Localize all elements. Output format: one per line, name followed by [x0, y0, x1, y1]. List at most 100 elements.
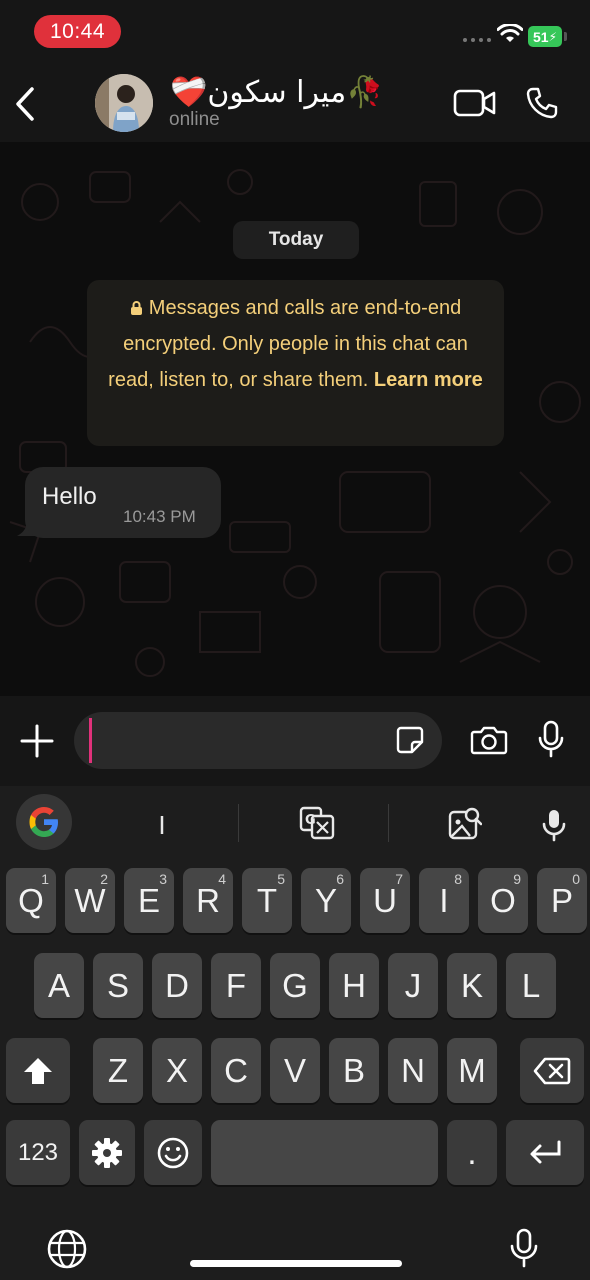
key-x[interactable]: X: [152, 1038, 202, 1103]
contact-name[interactable]: ❤️‍🩹میرا سکون🥀: [170, 76, 384, 110]
backspace-icon: [533, 1057, 571, 1084]
key-k[interactable]: K: [447, 953, 497, 1018]
video-call-icon[interactable]: [453, 88, 497, 118]
key-label: U: [373, 881, 397, 919]
key-s[interactable]: S: [93, 953, 143, 1018]
backspace-key[interactable]: [520, 1038, 584, 1103]
dictation-mic-icon[interactable]: [509, 1228, 539, 1268]
key-hint: 1: [41, 871, 49, 887]
shift-key[interactable]: [6, 1038, 70, 1103]
key-label: B: [342, 1051, 365, 1089]
key-u[interactable]: 7U: [360, 868, 410, 933]
key-c[interactable]: C: [211, 1038, 261, 1103]
key-label: T: [256, 881, 278, 919]
key-w[interactable]: 2W: [65, 868, 115, 933]
key-label: X: [165, 1051, 188, 1089]
key-d[interactable]: D: [152, 953, 202, 1018]
numbers-key[interactable]: 123: [6, 1120, 70, 1185]
return-icon: [530, 1140, 561, 1163]
key-label: V: [283, 1051, 306, 1089]
key-l[interactable]: L: [506, 953, 556, 1018]
key-i[interactable]: 8I: [419, 868, 469, 933]
emoji-icon: [157, 1137, 189, 1168]
key-hint: 6: [336, 871, 344, 887]
key-y[interactable]: 6Y: [301, 868, 351, 933]
key-label: A: [47, 966, 70, 1004]
key-f[interactable]: F: [211, 953, 261, 1018]
lock-icon: [130, 301, 142, 315]
key-hint: 5: [277, 871, 285, 887]
space-key[interactable]: [211, 1120, 438, 1185]
return-key[interactable]: [506, 1120, 584, 1185]
key-label: F: [225, 966, 247, 1004]
key-label: Z: [107, 1051, 129, 1089]
contact-status: online: [169, 109, 220, 130]
key-z[interactable]: Z: [93, 1038, 143, 1103]
text-caret: [89, 718, 92, 763]
suggestion-divider: [388, 804, 389, 842]
keyboard-mic-icon[interactable]: [541, 808, 567, 842]
key-p[interactable]: 0P: [537, 868, 587, 933]
message-bubble[interactable]: Hello 10:43 PM: [25, 467, 221, 538]
key-label: E: [137, 881, 160, 919]
lens-icon[interactable]: [448, 806, 482, 840]
key-r[interactable]: 4R: [183, 868, 233, 933]
learn-more-link[interactable]: Learn more: [374, 369, 483, 391]
key-label: N: [401, 1051, 425, 1089]
key-hint: 0: [572, 871, 580, 887]
suggestion-word[interactable]: I: [130, 810, 194, 841]
shift-icon: [24, 1057, 52, 1084]
mic-icon[interactable]: [537, 720, 565, 758]
settings-key[interactable]: [79, 1120, 135, 1185]
key-label: Y: [314, 881, 337, 919]
key-label: P: [550, 881, 573, 919]
key-hint: 4: [218, 871, 226, 887]
chat-header: ❤️‍🩹میرا سکون🥀 online: [0, 64, 590, 142]
home-indicator[interactable]: [190, 1260, 402, 1267]
key-g[interactable]: G: [270, 953, 320, 1018]
gear-icon: [92, 1137, 122, 1168]
message-input[interactable]: [74, 712, 442, 769]
key-q[interactable]: 1Q: [6, 868, 56, 933]
encryption-notice[interactable]: Messages and calls are end-to-end encryp…: [87, 280, 504, 446]
camera-icon[interactable]: [470, 725, 508, 755]
wifi-icon: [497, 24, 523, 42]
key-label: .: [467, 1133, 477, 1171]
key-label: D: [165, 966, 189, 1004]
chat-area[interactable]: Today Messages and calls are end-to-end …: [0, 142, 590, 696]
key-n[interactable]: N: [388, 1038, 438, 1103]
translate-icon[interactable]: G: [299, 806, 335, 840]
voice-call-icon[interactable]: [525, 86, 559, 120]
key-label: Q: [18, 881, 44, 919]
key-o[interactable]: 9O: [478, 868, 528, 933]
key-label: S: [106, 966, 129, 1004]
key-a[interactable]: A: [34, 953, 84, 1018]
svg-text:G: G: [305, 813, 316, 828]
suggestion-strip: I G: [0, 786, 590, 864]
key-label: L: [521, 966, 541, 1004]
battery-tip: [564, 32, 567, 41]
key-v[interactable]: V: [270, 1038, 320, 1103]
suggestion-divider: [238, 804, 239, 842]
key-j[interactable]: J: [388, 953, 438, 1018]
back-icon[interactable]: [14, 86, 36, 122]
emoji-key[interactable]: [144, 1120, 202, 1185]
key-label: M: [458, 1051, 486, 1089]
key-hint: 9: [513, 871, 521, 887]
key-label: H: [342, 966, 366, 1004]
contact-avatar[interactable]: [95, 74, 153, 132]
key-m[interactable]: M: [447, 1038, 497, 1103]
sticker-icon[interactable]: [395, 725, 425, 755]
google-icon[interactable]: [16, 794, 72, 850]
cellular-signal-icon: [463, 38, 491, 42]
period-key[interactable]: .: [447, 1120, 497, 1185]
plus-icon[interactable]: [20, 724, 54, 758]
status-bar: 10:44 51 ⚡: [0, 0, 590, 64]
key-label: W: [74, 881, 106, 919]
message-input-bar: [0, 696, 590, 786]
key-h[interactable]: H: [329, 953, 379, 1018]
globe-icon[interactable]: [46, 1228, 88, 1270]
key-t[interactable]: 5T: [242, 868, 292, 933]
key-b[interactable]: B: [329, 1038, 379, 1103]
key-e[interactable]: 3E: [124, 868, 174, 933]
